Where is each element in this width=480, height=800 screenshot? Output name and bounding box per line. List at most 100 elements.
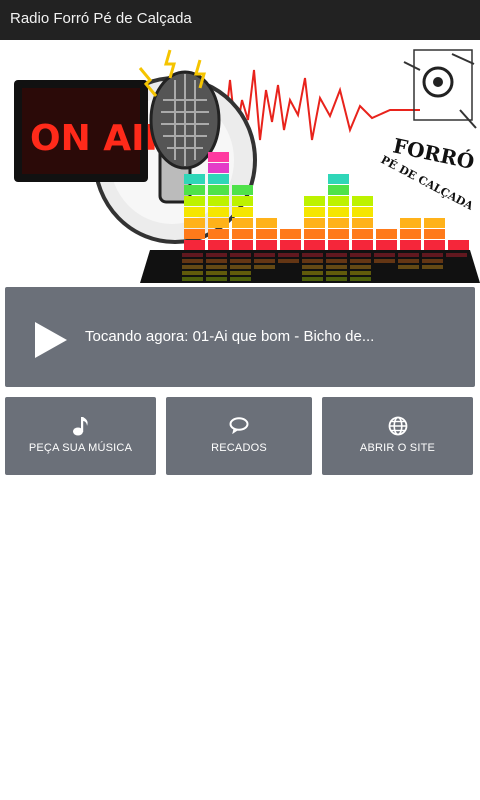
equalizer-cell [184, 207, 205, 217]
equalizer-cell [352, 218, 373, 228]
equalizer-reflection [206, 259, 227, 263]
equalizer-reflection [326, 265, 347, 269]
equalizer-reflection [182, 259, 203, 263]
equalizer-reflection [182, 265, 203, 269]
equalizer-cell [208, 240, 229, 250]
equalizer-reflection [326, 277, 347, 281]
equalizer-reflection [398, 253, 419, 257]
equalizer-cell [184, 240, 205, 250]
equalizer-reflection [278, 259, 299, 263]
equalizer-cell [400, 240, 421, 250]
equalizer-reflection [422, 265, 443, 269]
equalizer-cell [208, 229, 229, 239]
now-playing-text: Tocando agora: 01-Ai que bom - Bicho de.… [85, 328, 375, 345]
app-bar: Radio Forró Pé de Calçada [0, 0, 480, 40]
open-site-button[interactable]: ABRIR O SITE [322, 397, 473, 475]
equalizer-cell [352, 240, 373, 250]
equalizer-reflection [254, 265, 275, 269]
equalizer-cell [328, 207, 349, 217]
equalizer-cell [208, 152, 229, 162]
equalizer-reflection [182, 271, 203, 275]
equalizer-reflection [374, 259, 395, 263]
equalizer-cell [328, 185, 349, 195]
equalizer-reflection [326, 259, 347, 263]
equalizer-reflection [182, 253, 203, 257]
request-song-button[interactable]: PEÇA SUA MÚSICA [5, 397, 156, 475]
equalizer-cell [232, 240, 253, 250]
messages-button[interactable]: RECADOS [166, 397, 312, 475]
equalizer-cell [424, 240, 445, 250]
equalizer-cell [328, 218, 349, 228]
equalizer-cell [400, 229, 421, 239]
equalizer-cell [232, 229, 253, 239]
messages-label: RECADOS [211, 442, 267, 454]
equalizer-reflection [398, 259, 419, 263]
equalizer-cell [352, 196, 373, 206]
request-song-label: PEÇA SUA MÚSICA [28, 442, 133, 454]
equalizer-cell [352, 229, 373, 239]
equalizer-cell [376, 240, 397, 250]
equalizer-reflection [326, 271, 347, 275]
equalizer-cell [304, 218, 325, 228]
globe-icon [388, 416, 407, 436]
equalizer-cell [352, 207, 373, 217]
play-icon[interactable] [35, 322, 67, 358]
equalizer-cell [256, 218, 277, 228]
equalizer-cell [328, 174, 349, 184]
equalizer-reflection [350, 265, 371, 269]
equalizer-reflection [350, 271, 371, 275]
equalizer-cell [256, 240, 277, 250]
equalizer-reflection [206, 265, 227, 269]
equalizer-reflection [350, 253, 371, 257]
station-banner-image: FORRÓ PÉ DE CALÇADA ON AIR [0, 40, 480, 283]
equalizer-reflection [302, 265, 323, 269]
equalizer-cell [304, 207, 325, 217]
equalizer-cell [424, 218, 445, 228]
equalizer-reflection [302, 277, 323, 281]
equalizer-reflection [254, 259, 275, 263]
equalizer-cell [184, 196, 205, 206]
equalizer-cell [400, 218, 421, 228]
equalizer-cell [304, 196, 325, 206]
equalizer-cell [304, 229, 325, 239]
equalizer-cell [208, 207, 229, 217]
equalizer-cell [184, 185, 205, 195]
equalizer-cell [232, 218, 253, 228]
equalizer-reflection [206, 253, 227, 257]
equalizer-reflection [302, 259, 323, 263]
open-site-label: ABRIR O SITE [359, 442, 436, 454]
equalizer-cell [208, 196, 229, 206]
equalizer-cell [208, 218, 229, 228]
now-playing-card[interactable]: Tocando agora: 01-Ai que bom - Bicho de.… [5, 287, 475, 387]
equalizer-reflection [422, 259, 443, 263]
equalizer-cell [208, 163, 229, 173]
equalizer-reflection [230, 259, 251, 263]
equalizer-cell [280, 240, 301, 250]
equalizer-reflection [350, 277, 371, 281]
equalizer-reflection [374, 253, 395, 257]
equalizer-reflection [230, 277, 251, 281]
equalizer-cell [184, 229, 205, 239]
equalizer-reflection [326, 253, 347, 257]
equalizer-cell [280, 229, 301, 239]
equalizer-reflection [230, 253, 251, 257]
equalizer-reflection [230, 265, 251, 269]
equalizer-cell [184, 218, 205, 228]
equalizer-cell [328, 240, 349, 250]
equalizer-reflection [206, 271, 227, 275]
equalizer-cell [232, 196, 253, 206]
equalizer-cell [208, 174, 229, 184]
equalizer-cell [232, 185, 253, 195]
equalizer-reflection [278, 253, 299, 257]
music-note-icon [72, 417, 88, 436]
equalizer-reflection [230, 271, 251, 275]
equalizer-reflection [254, 253, 275, 257]
equalizer-reflection [302, 271, 323, 275]
forro-logo: FORRÓ PÉ DE CALÇADA [379, 49, 477, 213]
equalizer-cell [328, 229, 349, 239]
equalizer-reflection [182, 277, 203, 281]
equalizer-cell [424, 229, 445, 239]
equalizer-cell [304, 240, 325, 250]
equalizer-reflection [446, 253, 467, 257]
equalizer-cell [376, 229, 397, 239]
